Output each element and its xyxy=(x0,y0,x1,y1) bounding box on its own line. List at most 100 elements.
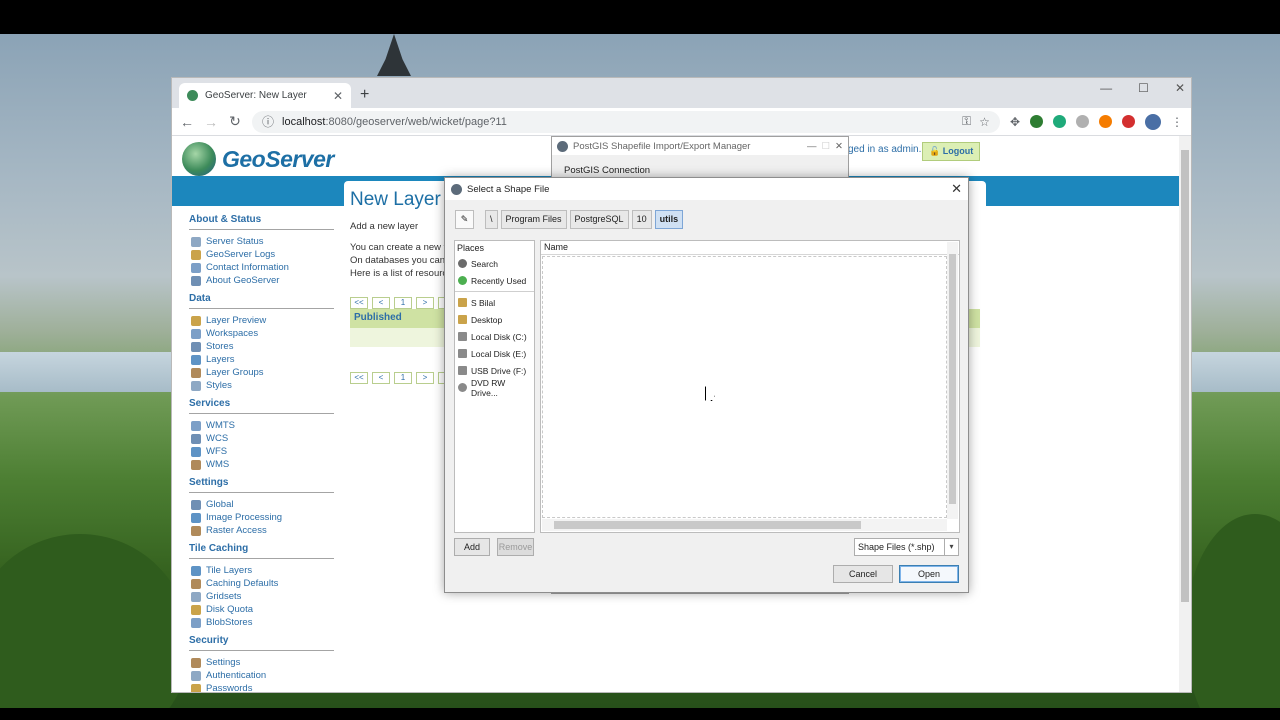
sidebar-item[interactable]: Contact Information xyxy=(189,261,334,274)
breadcrumb-utils[interactable]: utils xyxy=(654,210,684,229)
opera-extension-icon[interactable] xyxy=(1122,115,1135,128)
grammar-extension-icon[interactable] xyxy=(1053,115,1066,128)
place-usb-drive-f[interactable]: USB Drive (F:) xyxy=(455,362,534,379)
hscroll-thumb[interactable] xyxy=(554,521,861,529)
sidebar-item[interactable]: Global xyxy=(189,498,334,511)
new-tab-icon[interactable]: + xyxy=(360,86,369,104)
menu-kebab-icon[interactable]: ⋮ xyxy=(1171,115,1183,129)
sidebar-item[interactable]: Styles xyxy=(189,379,334,392)
sidebar-item[interactable]: WFS xyxy=(189,445,334,458)
pager-next[interactable]: > xyxy=(416,372,434,384)
file-type-filter[interactable]: Shape Files (*.shp) ▾ xyxy=(854,538,959,556)
sidebar-item[interactable]: Stores xyxy=(189,340,334,353)
place-desktop[interactable]: Desktop xyxy=(455,311,534,328)
chevron-down-icon[interactable]: ▾ xyxy=(944,539,958,555)
edit-location-icon[interactable]: ✎ xyxy=(455,210,474,229)
sidebar-item[interactable]: WMTS xyxy=(189,419,334,432)
pager-page[interactable]: 1 xyxy=(394,372,412,384)
sidebar-item[interactable]: Image Processing xyxy=(189,511,334,524)
scrollbar-thumb[interactable] xyxy=(1181,150,1189,602)
sidebar-item[interactable]: Raster Access xyxy=(189,524,334,537)
forward-icon[interactable]: → xyxy=(204,114,218,130)
place-home[interactable]: S Bilal xyxy=(455,294,534,311)
page-subtitle: Add a new layer xyxy=(350,221,419,232)
cancel-button[interactable]: Cancel xyxy=(833,565,893,583)
column-name[interactable]: Name xyxy=(541,241,959,255)
reload-icon[interactable]: ↻ xyxy=(228,113,242,130)
sidebar-item-label: Server Status xyxy=(206,236,264,247)
sidebar-item-icon xyxy=(191,420,201,431)
sidebar-item[interactable]: WMS xyxy=(189,458,334,471)
pager-first[interactable]: << xyxy=(350,372,368,384)
pager-next[interactable]: > xyxy=(416,297,434,309)
file-list-vscroll[interactable] xyxy=(947,242,958,519)
breadcrumb-postgresql[interactable]: PostgreSQL xyxy=(569,210,629,229)
sidebar-item[interactable]: GeoServer Logs xyxy=(189,248,334,261)
sidebar-item[interactable]: Layer Groups xyxy=(189,366,334,379)
extension-icon[interactable] xyxy=(1030,115,1043,128)
sidebar-item-label: Layer Preview xyxy=(206,315,267,326)
sidebar-item-icon xyxy=(191,433,201,444)
sidebar-item[interactable]: Caching Defaults xyxy=(189,577,334,590)
sidebar-item[interactable]: WCS xyxy=(189,432,334,445)
geoserver-logo[interactable]: GeoServer xyxy=(182,142,334,176)
profile-avatar[interactable] xyxy=(1145,113,1161,130)
breadcrumb-root[interactable]: \ xyxy=(485,210,498,229)
drive-icon xyxy=(458,332,467,341)
breadcrumb-10[interactable]: 10 xyxy=(631,210,652,229)
place-local-disk-c[interactable]: Local Disk (C:) xyxy=(455,328,534,345)
sidebar-item[interactable]: About GeoServer xyxy=(189,274,334,287)
tab-geoserver[interactable]: GeoServer: New Layer ✕ xyxy=(179,83,351,108)
place-search[interactable]: Search xyxy=(455,255,534,272)
place-dvd-drive[interactable]: DVD RW Drive... xyxy=(455,378,534,398)
maximize-icon[interactable]: ☐ xyxy=(822,141,831,152)
rss-extension-icon[interactable] xyxy=(1099,115,1112,128)
cloud-extension-icon[interactable] xyxy=(1076,115,1089,128)
pager-first[interactable]: << xyxy=(350,297,368,309)
minimize-icon[interactable]: — xyxy=(807,141,817,152)
sidebar-item-icon xyxy=(191,328,201,339)
page-scrollbar[interactable] xyxy=(1179,136,1191,692)
file-list-hscroll[interactable] xyxy=(542,519,947,531)
address-bar[interactable]: ⓘ localhost:8080/geoserver/web/wicket/pa… xyxy=(252,110,1000,133)
close-icon[interactable]: ✕ xyxy=(951,181,962,197)
pager-prev[interactable]: < xyxy=(372,297,390,309)
tree xyxy=(1185,514,1280,708)
vscroll-thumb[interactable] xyxy=(949,254,956,504)
close-icon[interactable]: ✕ xyxy=(835,141,843,152)
breadcrumb-program-files[interactable]: Program Files xyxy=(500,210,567,229)
sidebar-item[interactable]: Layer Preview xyxy=(189,314,334,327)
key-icon[interactable]: ⚿ xyxy=(962,114,971,129)
pager-prev[interactable]: < xyxy=(372,372,390,384)
add-button[interactable]: Add xyxy=(454,538,490,556)
sidebar-item[interactable]: Tile Layers xyxy=(189,564,334,577)
sidebar-item[interactable]: Passwords xyxy=(189,682,334,692)
sidebar-item[interactable]: Disk Quota xyxy=(189,603,334,616)
back-icon[interactable]: ← xyxy=(180,114,194,130)
bookmark-star-icon[interactable]: ☆ xyxy=(979,115,990,129)
remove-button[interactable]: Remove xyxy=(497,538,534,556)
sidebar-item[interactable]: Settings xyxy=(189,656,334,669)
move-extension-icon[interactable]: ✥ xyxy=(1010,115,1020,129)
minimize-icon[interactable]: — xyxy=(1100,81,1112,95)
sidebar-section-title: Security xyxy=(189,635,229,646)
open-button[interactable]: Open xyxy=(899,565,959,583)
sidebar-item[interactable]: Layers xyxy=(189,353,334,366)
logout-button[interactable]: 🔓 Logout xyxy=(922,142,981,161)
sidebar-item[interactable]: Server Status xyxy=(189,235,334,248)
sidebar-item-label: Authentication xyxy=(206,670,267,681)
close-window-icon[interactable]: ✕ xyxy=(1175,81,1185,95)
sidebar-item[interactable]: Gridsets xyxy=(189,590,334,603)
sidebar-item[interactable]: BlobStores xyxy=(189,616,334,629)
place-recently-used[interactable]: Recently Used xyxy=(455,272,534,289)
place-local-disk-e[interactable]: Local Disk (E:) xyxy=(455,345,534,362)
pager-page[interactable]: 1 xyxy=(394,297,412,309)
file-list-area[interactable] xyxy=(542,256,947,518)
intro-line: You can create a new fe xyxy=(350,242,452,253)
maximize-icon[interactable]: ☐ xyxy=(1138,81,1149,95)
sidebar-item-label: Gridsets xyxy=(206,591,242,602)
sidebar-item[interactable]: Workspaces xyxy=(189,327,334,340)
close-tab-icon[interactable]: ✕ xyxy=(333,90,343,102)
sidebar-item[interactable]: Authentication xyxy=(189,669,334,682)
info-icon[interactable]: ⓘ xyxy=(262,116,274,128)
